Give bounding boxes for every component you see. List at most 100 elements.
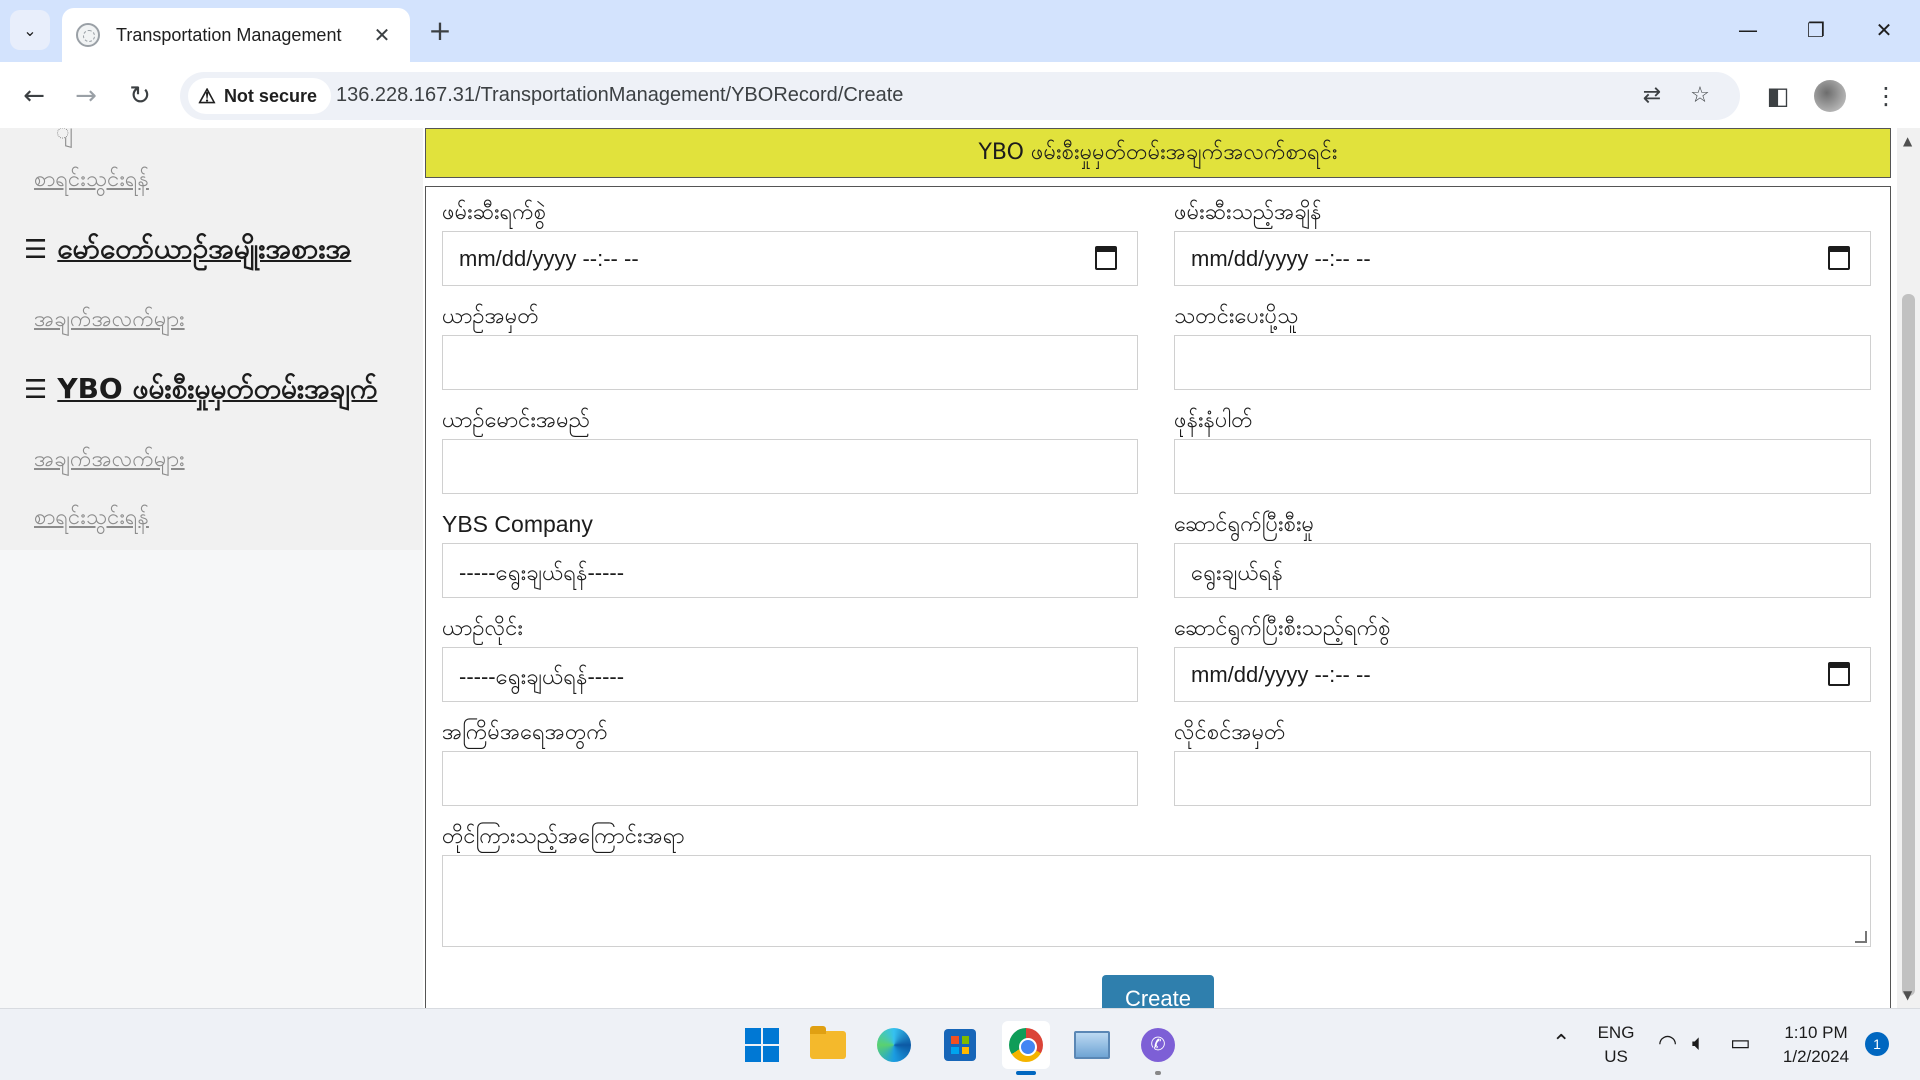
security-label: Not secure (223, 85, 317, 106)
ybs-company-select[interactable]: -----ရွေးချယ်ရန်----- (442, 543, 1138, 598)
running-app-indicator (1155, 1071, 1161, 1075)
new-tab-button[interactable]: + (422, 14, 458, 50)
language-indicator[interactable]: ENG US (1592, 1009, 1640, 1080)
sidebar-heading-label: YBO ဖမ်းစီးမှုမှတ်တမ်းအချက် (57, 372, 378, 405)
sidebar-heading-vehicle-types[interactable]: ☰ မော်တော်ယာဥ်အမျိုးအစားအ (24, 230, 420, 272)
action-status-label: ဆောင်ရွက်ပြီးစီးမှု (1174, 512, 1315, 537)
minimize-button[interactable]: — (1720, 10, 1776, 50)
arrest-time-label: ဖမ်းဆီးသည့်အချိန် (1174, 200, 1322, 225)
translate-icon[interactable]: ⇄ (1636, 80, 1668, 112)
restore-button[interactable]: ❐ (1788, 10, 1844, 50)
security-indicator[interactable]: ⚠ Not secure (188, 78, 331, 114)
sidebar-heading-ybo-records[interactable]: ☰ YBO ဖမ်းစီးမှုမှတ်တမ်းအချက် (24, 370, 420, 412)
offense-count-input[interactable] (442, 751, 1138, 806)
informant-input[interactable] (1174, 335, 1871, 390)
action-date-label: ဆောင်ရွက်ပြီးစီးသည့်ရက်စွဲ (1174, 616, 1391, 641)
battery-icon[interactable]: ▭ (1730, 1031, 1751, 1056)
main-content: YBO ဖမ်းစီးမှုမှတ်တမ်းအချက်အလက်စာရင်း ဖမ… (423, 128, 1897, 1008)
informant-label: သတင်းပေးပို့သူ (1174, 304, 1299, 329)
region-code: US (1604, 1047, 1628, 1066)
create-form: ဖမ်းဆီးရက်စွဲ mm/dd/yyyy --:-- -- ဖမ်းဆီ… (425, 186, 1891, 1008)
bus-line-label: ယာဥ်လိုင်း (442, 616, 524, 641)
sidebar-link-register[interactable]: စာရင်းသွင်းရန် (34, 164, 149, 197)
license-number-input[interactable] (1174, 751, 1871, 806)
notification-badge[interactable]: 1 (1865, 1032, 1889, 1056)
side-panel-icon[interactable]: ◧ (1758, 76, 1798, 116)
bookmark-star-icon[interactable]: ☆ (1684, 80, 1716, 112)
vehicle-number-input[interactable] (442, 335, 1138, 390)
bus-line-select[interactable]: -----ရွေးချယ်ရန်----- (442, 647, 1138, 702)
action-status-value: ရွေးချယ်ရန် (1191, 560, 1283, 585)
list-icon: ☰ (24, 235, 48, 265)
microsoft-store-icon (944, 1029, 976, 1061)
action-status-select[interactable]: ရွေးချယ်ရန် (1174, 543, 1871, 598)
start-button[interactable] (738, 1021, 786, 1069)
url-text[interactable]: 136.228.167.31/TransportationManagement/… (336, 84, 903, 107)
sidebar-partial-text: ျ (56, 128, 74, 144)
photos-icon (1074, 1031, 1110, 1059)
arrest-date-input[interactable]: mm/dd/yyyy --:-- -- (442, 231, 1138, 286)
close-window-button[interactable]: ✕ (1856, 10, 1912, 50)
tab-close-icon[interactable]: ✕ (368, 23, 396, 47)
warning-triangle-icon: ⚠ (198, 85, 216, 108)
browser-tab[interactable]: Transportation Management ✕ (62, 8, 410, 62)
complaint-textarea[interactable] (442, 855, 1871, 947)
browser-tabbar: ⌄ Transportation Management ✕ + — ❐ ✕ (0, 0, 1920, 62)
chrome-button[interactable] (1002, 1021, 1050, 1075)
forward-arrow-icon[interactable]: → (66, 76, 106, 116)
resize-handle-icon[interactable] (1855, 931, 1867, 943)
license-number-label: လိုင်စင်အမှတ် (1174, 720, 1286, 745)
phone-label: ဖုန်းနံပါတ် (1174, 408, 1253, 433)
viber-button[interactable]: ✆ (1134, 1021, 1182, 1075)
action-date-input[interactable]: mm/dd/yyyy --:-- -- (1174, 647, 1871, 702)
windows-logo-icon (745, 1028, 779, 1062)
edge-browser-icon (877, 1028, 911, 1062)
scroll-thumb[interactable] (1902, 294, 1915, 996)
back-arrow-icon[interactable]: ← (14, 76, 54, 116)
wifi-icon[interactable]: ◠ (1658, 1031, 1677, 1056)
driver-name-input[interactable] (442, 439, 1138, 494)
arrest-date-value: mm/dd/yyyy --:-- -- (459, 246, 639, 271)
sidebar: ျ စာရင်းသွင်းရန် ☰ မော်တော်ယာဥ်အမျိုးအစား… (0, 128, 423, 1008)
reload-icon[interactable]: ↻ (120, 76, 160, 116)
profile-avatar[interactable] (1814, 80, 1846, 112)
complaint-label: တိုင်ကြားသည့်အကြောင်းအရာ (442, 824, 685, 849)
show-hidden-icons-chevron-icon[interactable]: ⌃ (1552, 1031, 1570, 1056)
scroll-down-arrow-icon[interactable]: ▼ (1903, 988, 1912, 1002)
phone-input[interactable] (1174, 439, 1871, 494)
sidebar-link-ybo-records[interactable]: အချက်အလက်များ (34, 444, 185, 477)
viber-icon: ✆ (1141, 1028, 1175, 1062)
calendar-icon[interactable] (1095, 246, 1117, 270)
offense-count-label: အကြိမ်အရေအတွက် (442, 720, 608, 745)
tab-search-chevron-icon[interactable]: ⌄ (10, 10, 50, 50)
arrest-date-label: ဖမ်းဆီးရက်စွဲ (442, 200, 547, 225)
file-explorer-button[interactable] (804, 1021, 852, 1069)
edge-button[interactable] (870, 1021, 918, 1069)
volume-icon[interactable]: 🔈︎ (1692, 1031, 1705, 1056)
calendar-icon[interactable] (1828, 662, 1850, 686)
photos-button[interactable] (1068, 1021, 1116, 1069)
action-date-value: mm/dd/yyyy --:-- -- (1191, 662, 1371, 687)
page-viewport: ျ စာရင်းသွင်းရန် ☰ မော်တော်ယာဥ်အမျိုးအစား… (0, 128, 1920, 1008)
list-icon: ☰ (24, 375, 48, 405)
arrest-time-value: mm/dd/yyyy --:-- -- (1191, 246, 1371, 271)
sidebar-link-ybo-register[interactable]: စာရင်းသွင်းရန် (34, 502, 149, 535)
chrome-browser-icon (1009, 1028, 1043, 1062)
scroll-up-arrow-icon[interactable]: ▲ (1903, 134, 1912, 148)
browser-toolbar: ← → ↻ ⚠ Not secure 136.228.167.31/Transp… (0, 62, 1920, 128)
more-menu-icon[interactable]: ⋮ (1866, 76, 1906, 116)
ybs-company-label: YBS Company (442, 511, 593, 537)
form-banner: YBO ဖမ်းစီးမှုမှတ်တမ်းအချက်အလက်စာရင်း (425, 128, 1891, 178)
calendar-icon[interactable] (1828, 246, 1850, 270)
sidebar-link-records[interactable]: အချက်အလက်များ (34, 304, 185, 337)
arrest-time-input[interactable]: mm/dd/yyyy --:-- -- (1174, 231, 1871, 286)
windows-taskbar: ✆ ⌃ ENG US ◠ 🔈︎ ▭ 1:10 PM 1/2/2024 1 (0, 1008, 1920, 1080)
ybs-company-value: -----ရွေးချယ်ရန်----- (459, 560, 625, 585)
clock[interactable]: 1:10 PM 1/2/2024 (1778, 1009, 1854, 1080)
address-bar[interactable]: ⚠ Not secure 136.228.167.31/Transportati… (180, 72, 1740, 120)
page-scrollbar[interactable]: ▲ ▼ (1897, 128, 1920, 1008)
store-button[interactable] (936, 1021, 984, 1069)
site-favicon-icon (76, 23, 100, 47)
create-button[interactable]: Create (1102, 975, 1214, 1008)
bus-line-value: -----ရွေးချယ်ရန်----- (459, 664, 625, 689)
